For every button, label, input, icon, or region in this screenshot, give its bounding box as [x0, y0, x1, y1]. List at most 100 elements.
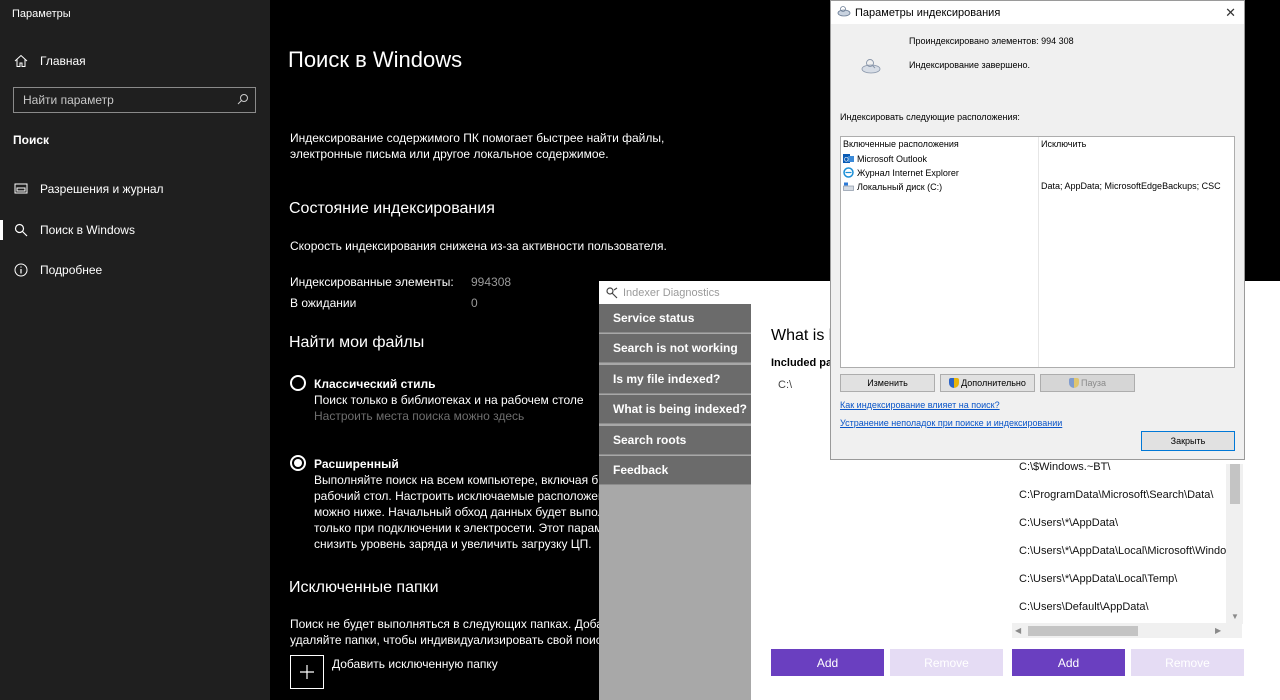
enhanced-title: Расширенный — [314, 457, 399, 471]
scroll-left-arrow-icon[interactable]: ◀ — [1015, 626, 1021, 635]
column-divider — [1038, 137, 1039, 367]
excluded-list-vertical-scrollbar[interactable]: ▼ — [1226, 464, 1243, 624]
location-row-outlook[interactable]: O Microsoft Outlook — [843, 153, 927, 164]
excluded-path-item[interactable]: C:\Users\*\AppData\Local\Temp\ — [1019, 573, 1177, 585]
close-button[interactable]: Закрыть — [1141, 431, 1235, 451]
uac-shield-icon — [949, 378, 960, 388]
permissions-icon — [14, 182, 28, 196]
column-header-label: Включенные расположения — [843, 139, 959, 149]
location-row-local-disk[interactable]: Локальный диск (C:) — [843, 181, 942, 192]
excluded-path-item[interactable]: C:\Users\Default\AppData\ — [1019, 601, 1149, 613]
excluded-path-item[interactable]: C:\$Windows.~BT\ — [1019, 461, 1110, 473]
diag-nav-search-roots[interactable]: Search roots — [599, 426, 751, 455]
search-icon — [14, 223, 28, 237]
sidebar-item-label: Подробнее — [40, 263, 103, 277]
outlook-icon: O — [843, 153, 854, 164]
excluded-folders-heading: Исключенные папки — [289, 579, 439, 596]
enhanced-desc-line: рабочий стол. Настроить исключаемые расп… — [314, 489, 605, 503]
diag-nav: Service status Search is not working Is … — [599, 304, 751, 700]
excluded-path-item[interactable]: C:\Users\*\AppData\ — [1019, 517, 1118, 529]
excluded-remove-button[interactable]: Remove — [1131, 649, 1244, 676]
enhanced-desc-line: Выполняйте поиск на всем компьютере, вкл… — [314, 473, 606, 487]
location-name: Microsoft Outlook — [857, 153, 928, 164]
indexing-status-icon — [861, 57, 881, 80]
indexing-options-icon — [837, 5, 851, 20]
location-exclude-value: Data; AppData; MicrosoftEdgeBackups; CSC — [1041, 181, 1221, 191]
page-title: Поиск в Windows — [288, 47, 463, 72]
sidebar-item-label: Поиск в Windows — [40, 223, 135, 237]
diag-nav-service-status[interactable]: Service status — [599, 304, 751, 333]
locations-label: Индексировать следующие расположения: — [840, 112, 1020, 122]
excluded-folders-text: Поиск не будет выполняться в следующих п… — [290, 617, 610, 631]
classic-style-desc: Поиск только в библиотеках и на рабочем … — [314, 393, 584, 407]
search-icon[interactable] — [237, 93, 249, 108]
scroll-right-arrow-icon[interactable]: ▶ — [1215, 626, 1221, 635]
drive-icon — [843, 181, 854, 192]
svg-text:O: O — [844, 158, 849, 164]
pause-button[interactable]: Пауза — [1040, 374, 1135, 392]
classic-style-radio[interactable] — [290, 375, 306, 391]
advanced-button[interactable]: Дополнительно — [940, 374, 1035, 392]
diag-nav-is-file-indexed[interactable]: Is my file indexed? — [599, 365, 751, 394]
location-row-ie-history[interactable]: Журнал Internet Explorer — [843, 167, 959, 178]
excluded-path-item[interactable]: C:\Users\*\AppData\Local\Microsoft\Windo — [1019, 545, 1229, 557]
scroll-down-arrow-icon[interactable]: ▼ — [1231, 612, 1239, 621]
home-icon — [14, 54, 28, 68]
indexing-status-text: Скорость индексирования снижена из-за ак… — [290, 239, 667, 253]
settings-search[interactable] — [13, 87, 256, 113]
selected-indicator — [0, 220, 3, 240]
indexed-items-label: Индексированные элементы: — [290, 275, 454, 289]
intro-text-line2: электронные письма или другое локальное … — [290, 147, 609, 161]
classic-style-title: Классический стиль — [314, 377, 436, 391]
io-titlebar: Параметры индексирования ✕ — [831, 1, 1244, 24]
pending-label: В ожидании — [290, 296, 357, 310]
included-path-item[interactable]: C:\ — [778, 379, 792, 391]
sidebar-section-heading: Поиск — [13, 133, 50, 147]
sidebar-item-label: Разрешения и журнал — [40, 182, 164, 196]
enhanced-radio[interactable] — [290, 455, 306, 471]
included-add-button[interactable]: Add — [771, 649, 884, 676]
indexed-count-text: Проиндексировано элементов: 994 308 — [909, 36, 1074, 46]
close-icon[interactable]: ✕ — [1225, 5, 1236, 21]
location-name: Журнал Internet Explorer — [857, 167, 959, 178]
settings-search-input[interactable] — [14, 93, 234, 107]
excluded-list-horizontal-scrollbar[interactable]: ◀ ▶ — [1012, 623, 1242, 638]
io-window-title: Параметры индексирования — [855, 6, 1001, 19]
intro-text-line1: Индексирование содержимого ПК помогает б… — [290, 131, 665, 145]
excluded-add-button[interactable]: Add — [1012, 649, 1125, 676]
find-files-heading: Найти мои файлы — [289, 334, 425, 351]
column-header-included[interactable]: Включенные расположения — [843, 139, 959, 149]
add-excluded-folder-button[interactable] — [290, 655, 324, 689]
sidebar-item-permissions[interactable]: Разрешения и журнал — [0, 171, 270, 207]
included-remove-button[interactable]: Remove — [890, 649, 1003, 676]
classic-style-link[interactable]: Настроить места поиска можно здесь — [314, 408, 524, 424]
enhanced-desc-line: можно ниже. Начальный обход данных будет… — [314, 505, 605, 519]
add-excluded-folder-label[interactable]: Добавить исключенную папку — [332, 656, 498, 672]
troubleshoot-link[interactable]: Устранение неполадок при поиске и индекс… — [840, 418, 1062, 428]
plus-icon — [300, 665, 314, 679]
indexing-affect-link[interactable]: Как индексирование влияет на поиск? — [840, 400, 1000, 410]
pause-button-label: Пауза — [1080, 378, 1106, 388]
scrollbar-thumb[interactable] — [1028, 626, 1138, 636]
pending-value: 0 — [471, 296, 478, 310]
locations-list: Включенные расположения Исключить O Micr… — [840, 136, 1235, 368]
indexing-options-dialog: Параметры индексирования ✕ Проиндексиров… — [830, 0, 1245, 460]
window-title: Параметры — [12, 8, 71, 20]
diag-nav-feedback[interactable]: Feedback — [599, 456, 751, 485]
nav-home[interactable]: Главная — [0, 43, 270, 79]
excluded-folders-text: удаляйте папки, чтобы индивидуализироват… — [290, 633, 607, 647]
excluded-path-item[interactable]: C:\ProgramData\Microsoft\Search\Data\ — [1019, 489, 1213, 501]
sidebar-item-windows-search[interactable]: Поиск в Windows — [0, 212, 270, 248]
sidebar-item-more-info[interactable]: Подробнее — [0, 252, 270, 288]
scrollbar-thumb[interactable] — [1230, 464, 1240, 504]
indexing-complete-text: Индексирование завершено. — [909, 60, 1030, 70]
column-header-exclude[interactable]: Исключить — [1041, 139, 1086, 149]
uac-shield-icon — [1068, 378, 1079, 388]
modify-button[interactable]: Изменить — [840, 374, 935, 392]
diagnostics-logo-icon — [605, 286, 619, 300]
diag-nav-search-not-working[interactable]: Search is not working — [599, 334, 751, 363]
diag-content-title: What is b — [771, 327, 838, 344]
advanced-button-label: Дополнительно — [961, 378, 1026, 388]
info-icon — [14, 263, 28, 277]
diag-nav-what-indexed[interactable]: What is being indexed? — [599, 395, 751, 424]
